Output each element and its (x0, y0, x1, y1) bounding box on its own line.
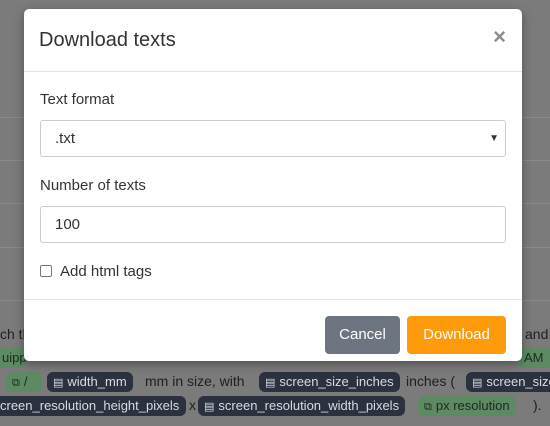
close-icon[interactable]: × (493, 25, 506, 49)
dialog-title: Download texts (39, 29, 176, 51)
database-icon: ▤ (53, 377, 64, 389)
bg-pill-label: screen_size (486, 374, 550, 389)
caret-down-icon: ▼ (489, 133, 499, 144)
bg-text: ). (533, 397, 542, 413)
bg-pill-res-width[interactable]: ▤ screen_resolution_width_pixels (198, 396, 406, 416)
bg-pill-screen-inches[interactable]: ▤ screen_size_inches (259, 372, 400, 392)
dialog-header: Download texts × (24, 9, 522, 72)
bg-pill-label: width_mm (67, 374, 127, 389)
bg-pill-label: px resolution (435, 398, 510, 413)
download-texts-dialog: Download texts × Text format .txt ▼ Numb… (24, 9, 522, 361)
copy-icon: ⧉ (424, 401, 432, 413)
bg-pill-fragment[interactable]: uipp (0, 348, 27, 368)
bg-pill-label: / (23, 374, 28, 389)
text-format-label: Text format (40, 91, 115, 108)
bg-text-right: and (525, 326, 549, 342)
cancel-button[interactable]: Cancel (325, 316, 400, 354)
bg-pill-width[interactable]: ▤ width_mm (47, 372, 133, 392)
number-of-texts-label: Number of texts (40, 177, 146, 194)
add-html-tags-checkbox[interactable] (40, 265, 52, 277)
number-of-texts-input[interactable] (40, 206, 506, 243)
database-icon: ▤ (472, 377, 483, 389)
database-icon: ▤ (204, 401, 215, 413)
copy-icon: ⧉ (12, 377, 20, 389)
bg-text: mm in size, with (145, 373, 245, 389)
bg-pill-fragment[interactable]: AM (518, 348, 550, 368)
bg-pill-screen-size[interactable]: ▤ screen_size (466, 372, 550, 392)
bg-pill-label: creen_resolution_height_pixels (0, 398, 180, 413)
add-html-tags-label[interactable]: Add html tags (60, 263, 152, 280)
download-button[interactable]: Download (407, 316, 506, 354)
bg-pill-label: screen_size_inches (279, 374, 394, 389)
text-format-select[interactable]: .txt ▼ (40, 120, 506, 157)
bg-pill-copy[interactable]: ⧉ / (6, 372, 42, 392)
bg-pill-label: screen_resolution_width_pixels (218, 398, 400, 413)
bg-pill-res-height[interactable]: creen_resolution_height_pixels (0, 396, 186, 416)
database-icon: ▤ (265, 377, 276, 389)
bg-text: inches ( (406, 373, 456, 389)
text-format-value: .txt (55, 130, 76, 147)
bg-text: x (189, 397, 196, 413)
bg-pill-px-resolution[interactable]: ⧉ px resolution (418, 396, 516, 416)
